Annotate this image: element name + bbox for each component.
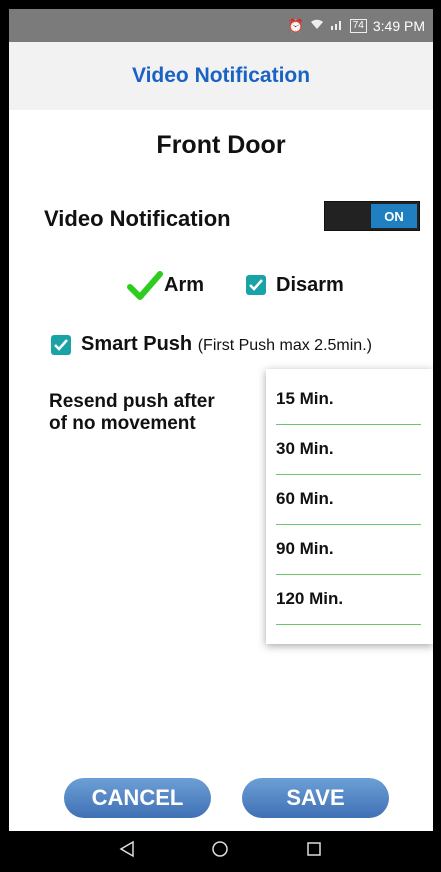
dropdown-option[interactable]: 30 Min. <box>266 424 433 474</box>
resend-label-line2: of no movement <box>49 413 196 434</box>
smart-push-note: (First Push max 2.5min.) <box>197 337 372 354</box>
status-time: 3:49 PM <box>372 17 425 34</box>
wifi-icon <box>310 18 324 33</box>
video-notification-label: Video Notification <box>44 206 231 231</box>
phone-frame: ⏰ 74 3:49 PM Video Notification Front Do… <box>0 0 441 872</box>
dropdown-option[interactable]: 90 Min. <box>266 524 433 574</box>
signal-bars-icon <box>330 18 344 33</box>
android-nav-bar <box>0 831 441 872</box>
title-bar: Video Notification <box>9 42 433 110</box>
smart-push-text: Smart Push <box>81 333 193 355</box>
toggle-on-label: ON <box>371 204 417 228</box>
dropdown-option[interactable]: 15 Min. <box>266 374 433 424</box>
page-title: Video Notification <box>131 64 311 87</box>
dropdown-option[interactable]: 60 Min. <box>266 474 433 524</box>
cancel-button[interactable]: CANCEL <box>64 778 211 818</box>
resend-label-line1: Resend push after <box>49 391 215 412</box>
resend-options-dropdown[interactable]: 15 Min. 30 Min. 60 Min. 90 Min. 120 Min. <box>266 369 433 644</box>
resend-label: Resend push after of no movement <box>49 391 249 435</box>
smart-push-checkbox[interactable] <box>51 335 71 355</box>
home-circle-icon[interactable] <box>211 840 229 864</box>
device-name: Front Door <box>156 131 286 159</box>
option-divider <box>276 624 421 625</box>
disarm-label[interactable]: Disarm <box>276 274 344 297</box>
back-triangle-icon[interactable] <box>118 840 136 864</box>
checkmark-icon <box>249 279 263 291</box>
app-screen: ⏰ 74 3:49 PM Video Notification Front Do… <box>9 9 433 831</box>
smart-push-row: Smart Push (First Push max 2.5min.) <box>9 332 433 362</box>
arm-disarm-row: Arm Disarm <box>9 271 433 301</box>
disarm-checkbox[interactable] <box>246 275 266 295</box>
alarm-clock-icon: ⏰ <box>287 17 304 33</box>
save-button[interactable]: SAVE <box>242 778 389 818</box>
status-bar: ⏰ 74 3:49 PM <box>9 9 433 42</box>
smart-push-label[interactable]: Smart Push (First Push max 2.5min.) <box>81 333 372 356</box>
video-notification-toggle[interactable]: ON <box>324 201 420 231</box>
battery-indicator: 74 <box>349 18 367 33</box>
checkmark-icon <box>54 339 68 351</box>
arm-label[interactable]: Arm <box>164 274 204 297</box>
dropdown-option[interactable]: 120 Min. <box>266 574 433 624</box>
recents-square-icon[interactable] <box>305 840 323 864</box>
arm-check-icon[interactable] <box>127 271 163 301</box>
